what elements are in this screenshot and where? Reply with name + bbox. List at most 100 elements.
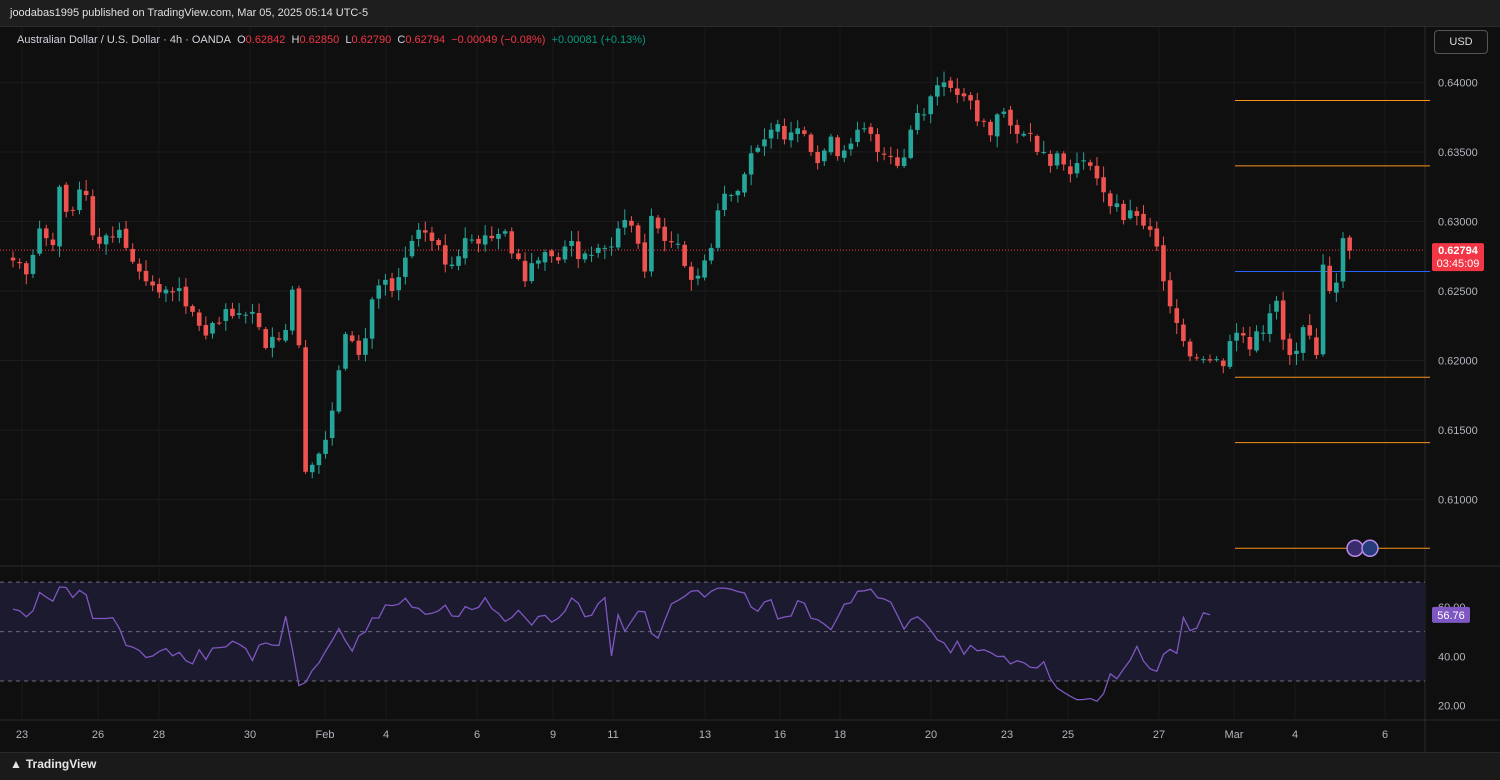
candle-body: [968, 95, 973, 101]
price-tick-label: 0.61500: [1438, 425, 1478, 437]
candle-body: [303, 347, 308, 472]
candle-body: [728, 195, 734, 197]
candle-body: [602, 247, 608, 249]
candle-body: [715, 210, 721, 248]
time-tick-label: 16: [774, 729, 786, 741]
candle-body: [416, 229, 421, 239]
candle-body: [97, 236, 102, 244]
candle-body: [516, 253, 521, 260]
candle-body: [828, 136, 834, 153]
tradingview-logo-text: TradingView: [25, 757, 97, 771]
time-tick-label: 6: [474, 729, 480, 741]
candle-body: [296, 288, 302, 346]
candle-body: [1260, 332, 1266, 334]
candle-body: [702, 260, 707, 278]
candle-body: [748, 153, 754, 175]
candle-body: [888, 155, 894, 157]
chart-area[interactable]: 0.64000 0.63500 0.63000 0.62500 0.62000 0.615…: [0, 27, 1500, 752]
candle-body: [143, 270, 149, 282]
candle-body: [1320, 264, 1326, 355]
candle-body: [1340, 238, 1346, 282]
candle-body: [1068, 166, 1073, 175]
candle-body: [1234, 332, 1239, 341]
candle-body: [276, 338, 282, 340]
candle-body: [363, 338, 368, 355]
candle-body: [403, 257, 408, 277]
current-price-text: 0.62794: [1438, 245, 1479, 257]
candle-body: [17, 262, 22, 264]
candle-body: [1041, 151, 1047, 153]
open-value: 0.62842: [245, 34, 286, 46]
candle-body: [689, 266, 694, 280]
candle-body: [582, 253, 588, 260]
candle-body: [389, 278, 395, 292]
candle-body: [482, 235, 488, 245]
candle-body: [1048, 153, 1053, 166]
candle-body: [1300, 327, 1306, 353]
time-tick-label: 26: [92, 729, 104, 741]
symbol-label[interactable]: Australian Dollar / U.S. Dollar · 4h · O…: [17, 34, 231, 46]
candle-body: [263, 329, 268, 349]
candle-body: [762, 139, 767, 147]
candle-body: [137, 263, 142, 272]
candle-body: [1147, 226, 1153, 230]
candle-body: [1088, 162, 1093, 166]
candle-body: [808, 134, 814, 152]
ohlc-legend: Australian Dollar / U.S. Dollar · 4h · O…: [17, 34, 646, 46]
candlestick-chart-svg[interactable]: 0.64000 0.63500 0.63000 0.62500 0.62000 0.615…: [0, 27, 1500, 752]
candle-body: [1014, 124, 1020, 134]
candle-body: [1107, 193, 1113, 207]
candle-body: [542, 252, 548, 263]
candle-body: [1347, 237, 1352, 251]
candle-body: [203, 324, 209, 336]
candle-body: [921, 114, 927, 116]
candle-body: [270, 336, 275, 348]
candle-body: [1034, 135, 1040, 152]
time-tick-label: Feb: [316, 729, 335, 741]
candle-body: [183, 286, 189, 307]
time-tick-label: 28: [153, 729, 165, 741]
candle-body: [556, 257, 561, 261]
candle-body: [190, 306, 195, 312]
candle-body: [110, 236, 116, 238]
candle-body: [1194, 357, 1199, 359]
time-tick-label: 25: [1062, 729, 1074, 741]
candle-body: [1181, 324, 1186, 342]
candle-body: [609, 246, 614, 248]
candle-body: [908, 129, 914, 158]
candle-body: [875, 134, 880, 152]
candle-body: [103, 235, 109, 245]
tradingview-logo[interactable]: ▲ TradingView: [10, 757, 96, 771]
candle-body: [316, 453, 322, 466]
candle-body: [210, 322, 215, 334]
candle-body: [502, 231, 508, 234]
candle-body: [575, 241, 581, 260]
candle-body: [1134, 211, 1140, 216]
candle-body: [788, 132, 794, 141]
candle-body: [1054, 153, 1060, 166]
candle-body: [1114, 203, 1120, 208]
candle-body: [695, 275, 701, 279]
countdown-text: 03:45:09: [1437, 258, 1480, 270]
candle-body: [861, 128, 867, 130]
candle-body: [928, 96, 933, 115]
candle-body: [669, 241, 674, 243]
candle-body: [309, 464, 315, 473]
candle-body: [1174, 308, 1180, 323]
candle-body: [449, 264, 455, 267]
candle-body: [343, 334, 348, 369]
candle-body: [1061, 153, 1066, 165]
candle-body: [1001, 111, 1007, 114]
candle-body: [1161, 245, 1166, 282]
candle-body: [1008, 109, 1013, 126]
candle-body: [396, 277, 401, 291]
candle-body: [196, 312, 202, 326]
candle-body: [489, 235, 495, 239]
candle-body: [1221, 360, 1226, 367]
price-tick-label: 0.62000: [1438, 356, 1478, 368]
currency-button[interactable]: USD: [1434, 30, 1488, 54]
candle-body: [123, 228, 129, 248]
candle-body: [323, 439, 328, 454]
candle-body: [456, 256, 461, 266]
candle-body: [243, 314, 249, 316]
